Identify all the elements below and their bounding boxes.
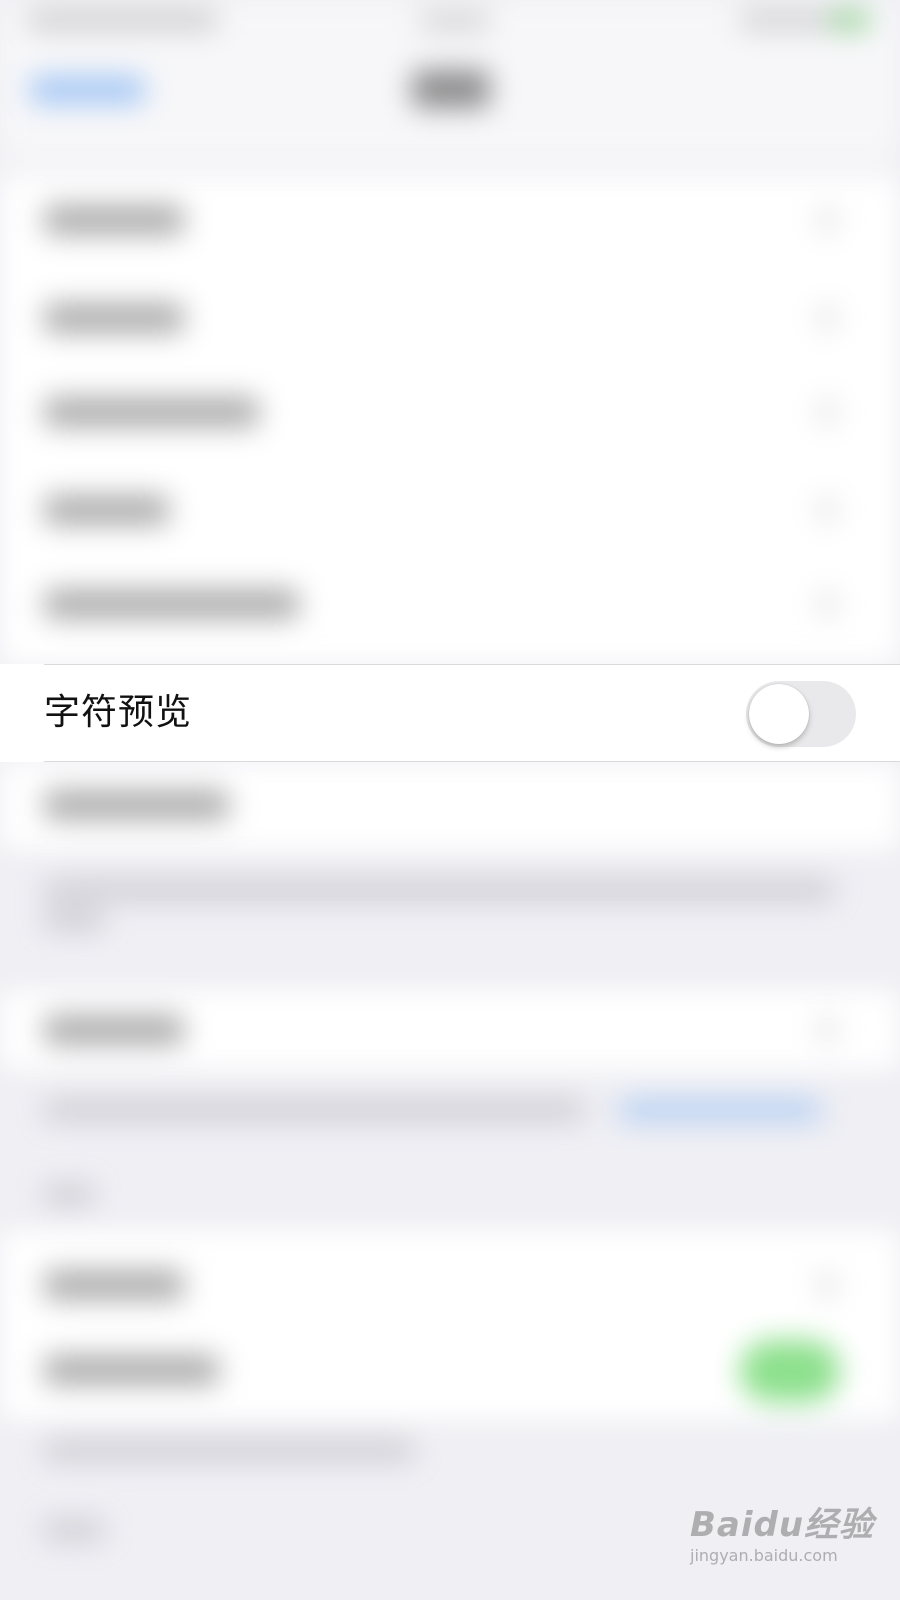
settings-row[interactable] [44,1355,219,1385]
chevron-right-icon [820,207,834,233]
nav-title [412,70,490,108]
chevron-right-icon [820,399,834,425]
watermark-url: jingyan.baidu.com [690,1546,838,1565]
settings-row[interactable] [44,495,169,525]
back-button[interactable] [30,76,145,104]
section-footer-text [44,1100,584,1120]
navigation-bar [0,0,900,160]
settings-row[interactable] [44,1270,184,1300]
chevron-right-icon [820,305,834,331]
divider [44,761,900,762]
settings-row-character-preview[interactable]: 字符预览 [0,664,900,762]
settings-screen: 字符预览 Baidu经验 jingyan.baidu.com [0,0,900,1600]
settings-row[interactable] [44,397,259,427]
blurred-background [0,0,900,1600]
status-bar-carrier [28,10,218,30]
status-bar-time [420,12,490,30]
chevron-right-icon [820,1272,834,1298]
chevron-right-icon [820,497,834,523]
settings-row[interactable] [44,790,229,820]
battery-icon [830,10,870,30]
setting-label: 字符预览 [44,692,193,733]
settings-group-top-tail [0,762,900,850]
settings-row[interactable] [44,303,184,333]
section-footer-link[interactable] [620,1100,820,1120]
toggle-knob[interactable] [749,684,809,744]
character-preview-toggle[interactable] [746,681,856,747]
settings-row[interactable] [44,1015,184,1045]
section-header-text [44,1185,94,1205]
watermark-brand: Baidu经验 [690,1505,875,1545]
settings-row[interactable] [44,205,184,235]
chevron-right-icon [820,591,834,617]
settings-group-middle [0,990,900,1070]
section-footer-text [44,880,834,900]
settings-group-top [0,175,900,665]
section-footer-text [44,1520,104,1540]
chevron-right-icon [820,1017,834,1043]
toggle-switch-on[interactable] [740,1340,840,1402]
settings-row[interactable] [44,589,299,619]
baidu-watermark: Baidu经验 jingyan.baidu.com [690,1505,880,1585]
section-footer-text [44,910,104,930]
section-footer-text [44,1440,414,1460]
